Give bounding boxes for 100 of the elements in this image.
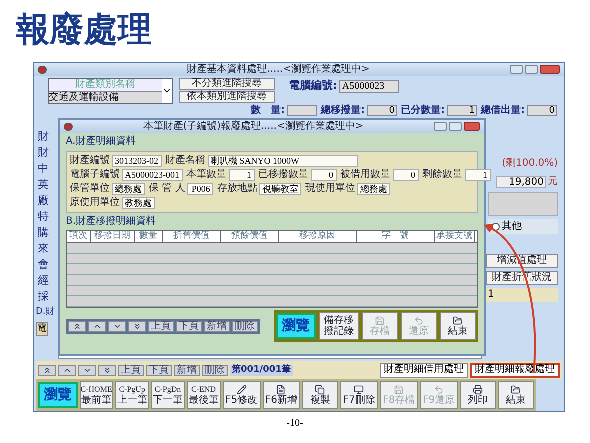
column-header: 承接文號 (435, 231, 475, 242)
toolbar-button[interactable]: 結束 (440, 312, 476, 340)
record-position: 第001/001筆 (230, 364, 293, 376)
text-field[interactable]: 1 (464, 169, 490, 181)
amount-field[interactable]: 19,800 (496, 176, 546, 188)
text-field[interactable]: 0 (392, 169, 418, 181)
browse-mode-button[interactable]: 瀏覽 (276, 313, 316, 339)
column-header: 移撥原因 (279, 231, 357, 242)
button-label: 最後筆 (188, 394, 219, 406)
row-label: 購 (37, 226, 49, 240)
text-field[interactable]: A5000023-001 (122, 169, 182, 181)
copy-icon (315, 384, 326, 394)
field-label: 已移撥數量 (258, 169, 308, 181)
field-label: 原使用單位 (70, 197, 120, 209)
field-label: 已分數量: (401, 105, 445, 116)
first-record-button[interactable] (68, 320, 86, 332)
text-field[interactable]: P006 (187, 183, 214, 195)
slide-title: 報廢處理 (16, 10, 152, 50)
toolbar-button[interactable]: 複製 (302, 381, 338, 409)
row-label: 會 (37, 258, 49, 272)
record-nav-button[interactable]: C-PgUp 上一筆 (115, 381, 150, 409)
toolbar-button[interactable]: 結束 (498, 381, 534, 409)
text-field[interactable]: 1 (228, 169, 254, 181)
toolbar-button[interactable]: F5修改 (222, 381, 260, 409)
last-record-button[interactable] (128, 320, 146, 332)
row-label: 廠 (37, 194, 49, 208)
browse-mode-button[interactable]: 瀏覽 (38, 382, 78, 408)
nav-button[interactable]: 下頁 (146, 364, 172, 376)
text-field[interactable]: A5000023 (339, 80, 400, 93)
text-field[interactable]: 1 (447, 105, 477, 116)
previous-record-button[interactable] (88, 320, 106, 332)
text-field[interactable]: 總務處 (112, 183, 145, 195)
next-record-button[interactable] (78, 364, 96, 376)
minimize-button[interactable] (434, 122, 447, 131)
text-field[interactable]: 視聽教室 (259, 183, 302, 195)
page-number: -10- (286, 418, 304, 430)
pencil-icon (236, 384, 247, 394)
undo-icon (434, 384, 444, 394)
field-label: 保管單位 (70, 183, 110, 195)
column-header: 項次 (67, 231, 91, 242)
maximize-button[interactable] (525, 65, 538, 74)
column-header: 移撥日期 (91, 231, 135, 242)
nav-button[interactable]: 新增 (204, 320, 230, 332)
minimize-button[interactable] (510, 65, 523, 74)
record-nav-button[interactable]: C-HOME 最前筆 (80, 381, 114, 409)
shortcut-key: C-HOME (80, 384, 112, 394)
next-record-button[interactable] (108, 320, 126, 332)
memo-field[interactable] (488, 192, 558, 216)
text-field[interactable]: 0 (367, 105, 397, 116)
button-label: 上一筆 (117, 394, 148, 406)
column-header: 字 號 (357, 231, 435, 242)
column-header: 數量 (135, 231, 163, 242)
double-up-icon (72, 322, 82, 330)
field-label: 財產名稱 (166, 155, 206, 167)
monitor-icon (354, 384, 364, 394)
currency-label: 元 (548, 175, 558, 189)
record-nav-button[interactable]: C-END 最後筆 (186, 381, 221, 409)
field-label: 本筆數量 (186, 169, 226, 181)
record-nav-button[interactable]: C-PgDn 下一筆 (151, 381, 185, 409)
text-field[interactable]: 0 (527, 105, 557, 116)
maximize-button[interactable] (449, 122, 462, 131)
radio-label: 其他 (502, 220, 522, 234)
button-label: 下一筆 (153, 394, 184, 406)
nav-button[interactable]: 上頁 (148, 320, 174, 332)
field-label: 保 管 人 (149, 183, 186, 195)
folder-icon (453, 316, 463, 326)
nav-button[interactable]: 上頁 (118, 364, 144, 376)
remaining-percent: (剩100.0%) (502, 157, 558, 171)
backup-record-button[interactable]: 備存移撥記錄 (319, 312, 359, 340)
column-header: 折舊價值 (163, 231, 221, 242)
nav-button[interactable]: 刪除 (232, 320, 258, 332)
window-title: 財產基本資料處理.....<瀏覽作業處理中> (186, 64, 371, 76)
search-button[interactable]: 依本類別進階搜尋 (179, 91, 275, 103)
category-combo[interactable]: 財產類別名稱 交通及運輸設備 (48, 78, 173, 104)
nav-button[interactable]: 新增 (174, 364, 200, 376)
field-label: 存放地點 (217, 183, 258, 195)
text-field[interactable]: 0 (310, 169, 336, 181)
text-field[interactable]: 喇叭機 SANYO 1000W (208, 155, 358, 167)
search-button[interactable]: 不分類進階搜尋 (179, 78, 275, 90)
previous-record-button[interactable] (58, 364, 76, 376)
shortcut-key: C-END (192, 384, 216, 394)
field-label: 剩餘數量 (422, 169, 462, 181)
toolbar-button[interactable]: 列印 (460, 381, 496, 409)
first-record-button[interactable] (38, 364, 56, 376)
text-field[interactable]: 教務處 (122, 197, 155, 209)
nav-button[interactable]: 刪除 (202, 364, 228, 376)
text-field[interactable]: 3013203-02 (112, 155, 162, 167)
text-field[interactable]: 總務處 (357, 183, 390, 195)
toolbar-button[interactable]: F7刪除 (340, 381, 378, 409)
field-label: 現使用單位 (305, 183, 356, 195)
text-field[interactable] (287, 105, 317, 116)
toolbar-button[interactable]: F6新增 (262, 381, 300, 409)
document-icon (276, 384, 286, 394)
row-label: 財 (37, 130, 49, 144)
nav-button[interactable]: 下頁 (176, 320, 202, 332)
close-button[interactable] (464, 122, 480, 131)
window-title: 本筆財產(子編號)報廢處理.....<瀏覽作業處理中> (142, 120, 365, 132)
section-heading: A.財產明細資料 (66, 135, 137, 149)
detail-button[interactable]: 財產明細借用處理 (380, 362, 468, 378)
last-record-button[interactable] (98, 364, 116, 376)
